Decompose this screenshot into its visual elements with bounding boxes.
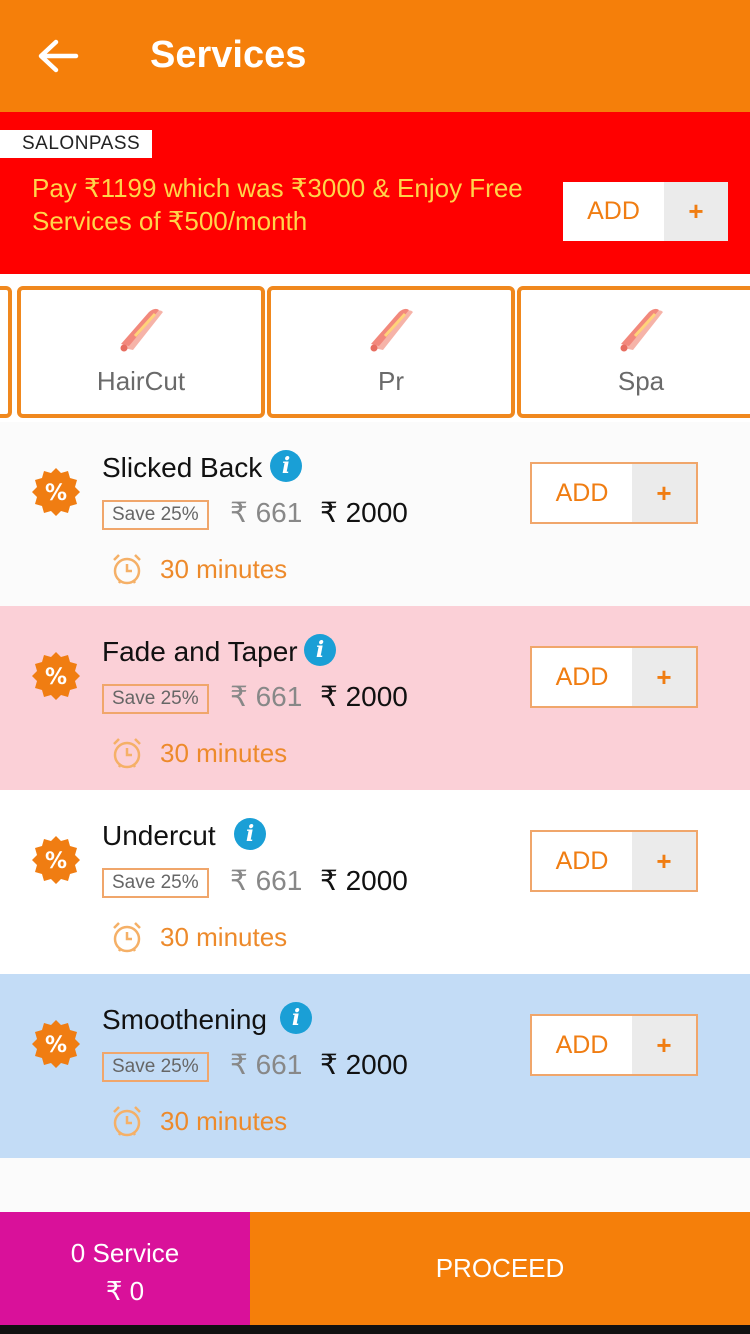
- bottom-bar: [0, 1325, 750, 1334]
- svg-text:%: %: [45, 481, 67, 506]
- page-title: Services: [150, 34, 307, 76]
- alarm-clock-icon: [113, 922, 141, 953]
- original-price: ₹ 2000: [320, 1049, 408, 1080]
- promo-add-button[interactable]: ADD +: [563, 182, 728, 241]
- service-name: Fade and Taper: [102, 636, 298, 667]
- original-price: ₹ 2000: [320, 497, 408, 528]
- discount-badge-icon: %: [32, 468, 80, 516]
- plus-icon: +: [632, 1016, 696, 1074]
- category-card-partial[interactable]: [0, 286, 12, 418]
- service-row: % Smoothening i Save 25% ₹ 661 ₹ 2000 30…: [0, 974, 750, 1158]
- services-screen: Services SALONPASS Pay ₹1199 which was ₹…: [0, 0, 750, 1334]
- category-label: Pr: [378, 366, 404, 396]
- save-badge: Save 25%: [102, 684, 209, 714]
- back-button[interactable]: [36, 36, 80, 76]
- save-badge: Save 25%: [102, 1052, 209, 1082]
- discounted-price: ₹ 661: [230, 681, 303, 712]
- category-card-pr[interactable]: Pr: [267, 286, 515, 418]
- arrow-left-icon: [38, 39, 79, 73]
- discount-badge-icon: %: [32, 652, 80, 700]
- plus-icon: +: [664, 182, 728, 241]
- promo-text: Pay ₹1199 which was ₹3000 & Enjoy Free S…: [32, 173, 523, 236]
- discount-badge-icon: %: [32, 836, 80, 884]
- add-label: ADD: [555, 478, 609, 507]
- alarm-clock-icon: [113, 738, 141, 769]
- promo-tag: SALONPASS: [0, 130, 153, 158]
- category-label: Spa: [617, 366, 665, 396]
- category-card-spa[interactable]: Spa: [517, 286, 750, 418]
- discounted-price: ₹ 661: [230, 1049, 303, 1080]
- alarm-clock-icon: [113, 1106, 141, 1137]
- duration-text: 30 minutes: [160, 738, 288, 768]
- service-row: % Slicked Back i Save 25% ₹ 661 ₹ 2000 3…: [0, 422, 750, 606]
- app-header: Services: [0, 0, 750, 112]
- duration-text: 30 minutes: [160, 554, 288, 584]
- proceed-button[interactable]: PROCEED: [250, 1212, 750, 1325]
- save-badge: Save 25%: [102, 868, 209, 898]
- add-service-button[interactable]: ADD +: [530, 830, 698, 892]
- discount-badge-icon: %: [32, 1020, 80, 1068]
- add-service-button[interactable]: ADD +: [530, 462, 698, 524]
- plus-icon: +: [632, 648, 696, 706]
- hair-straightener-icon: [370, 308, 413, 352]
- original-price: ₹ 2000: [320, 865, 408, 896]
- category-card-haircut[interactable]: HairCut: [17, 286, 265, 418]
- service-name: Slicked Back: [102, 452, 263, 483]
- alarm-clock-icon: [113, 554, 141, 585]
- service-name: Smoothening: [102, 1004, 268, 1035]
- category-label: HairCut: [96, 366, 186, 396]
- discounted-price: ₹ 661: [230, 865, 303, 896]
- svg-text:%: %: [45, 665, 67, 690]
- info-icon[interactable]: i: [280, 1002, 312, 1034]
- plus-icon: +: [632, 464, 696, 522]
- add-label: ADD: [587, 197, 640, 225]
- original-price: ₹ 2000: [320, 681, 408, 712]
- save-badge: Save 25%: [102, 500, 209, 530]
- add-label: ADD: [555, 846, 609, 875]
- info-icon[interactable]: i: [270, 450, 302, 482]
- hair-straightener-icon: [620, 308, 663, 352]
- service-row: % Fade and Taper i Save 25% ₹ 661 ₹ 2000…: [0, 606, 750, 790]
- hair-straightener-icon: [120, 308, 163, 352]
- svg-text:%: %: [45, 849, 67, 874]
- add-label: ADD: [555, 662, 609, 691]
- add-service-button[interactable]: ADD +: [530, 1014, 698, 1076]
- add-label: ADD: [555, 1030, 609, 1059]
- cart-summary: 0 Service ₹ 0: [0, 1212, 250, 1325]
- service-row: % Undercut i Save 25% ₹ 661 ₹ 2000 30 mi…: [0, 790, 750, 974]
- service-name: Undercut: [102, 820, 216, 851]
- info-icon[interactable]: i: [234, 818, 266, 850]
- discounted-price: ₹ 661: [230, 497, 303, 528]
- add-service-button[interactable]: ADD +: [530, 646, 698, 708]
- svg-text:%: %: [45, 1033, 67, 1058]
- category-strip[interactable]: HairCut Pr Spa: [0, 274, 750, 422]
- plus-icon: +: [632, 832, 696, 890]
- duration-text: 30 minutes: [160, 922, 288, 952]
- cart-total: ₹ 0: [105, 1276, 145, 1306]
- service-count: 0 Service: [70, 1238, 180, 1268]
- info-icon[interactable]: i: [304, 634, 336, 666]
- duration-text: 30 minutes: [160, 1106, 288, 1136]
- salonpass-banner: SALONPASS Pay ₹1199 which was ₹3000 & En…: [0, 112, 750, 274]
